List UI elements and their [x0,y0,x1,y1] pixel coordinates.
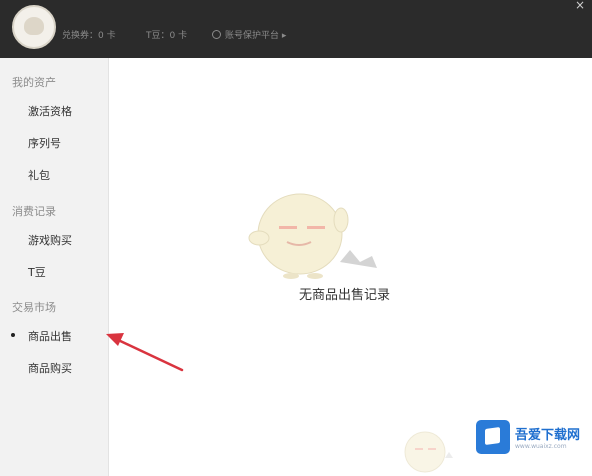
account-protect-label: 账号保护平台 ▸ [225,31,287,41]
sidebar-group-market: 交易市场 [12,301,56,314]
sidebar-item-goods-buy[interactable]: 商品购买 [28,360,72,376]
shield-icon [212,30,221,39]
sidebar-item-gift[interactable]: 礼包 [28,167,50,183]
main-panel: 无商品出售记录 吾爱下载网 www.wuaixz.com [109,58,592,476]
sidebar-item-goods-sell[interactable]: 商品出售 [28,328,72,344]
watermark-brand: 吾爱下载网 www.wuaixz.com [476,420,580,454]
voucher-balance: 兑换券：0 卡 [62,31,116,41]
sidebar-item-game-purchase[interactable]: 游戏购买 [28,232,72,248]
empty-mascot-icon [248,193,377,279]
tdou-balance: T豆：0 卡 [146,31,188,41]
sidebar-item-activation[interactable]: 激活资格 [28,103,72,119]
brand-box-icon [476,420,510,454]
account-protect-link[interactable]: 账号保护平台 ▸ [212,28,286,41]
sidebar: 我的资产 激活资格 序列号 礼包 消费记录 游戏购买 T豆 交易市场 商品出售 … [0,58,109,476]
watermark-url: www.wuaixz.com [515,443,567,450]
top-bar: 兑换券：0 卡 T豆：0 卡 账号保护平台 ▸ × [0,0,592,58]
watermark-mascot-icon [404,431,453,473]
close-button[interactable]: × [573,0,587,12]
selected-dot-icon [11,333,15,337]
avatar-face-icon [24,17,44,35]
user-avatar[interactable] [12,5,56,49]
sidebar-item-serial[interactable]: 序列号 [28,135,61,151]
empty-state-text: 无商品出售记录 [299,288,391,303]
sidebar-item-tdou[interactable]: T豆 [28,264,46,280]
sidebar-group-consumption: 消费记录 [12,205,56,218]
watermark-name: 吾爱下载网 [515,428,581,443]
sidebar-group-assets: 我的资产 [12,76,56,89]
